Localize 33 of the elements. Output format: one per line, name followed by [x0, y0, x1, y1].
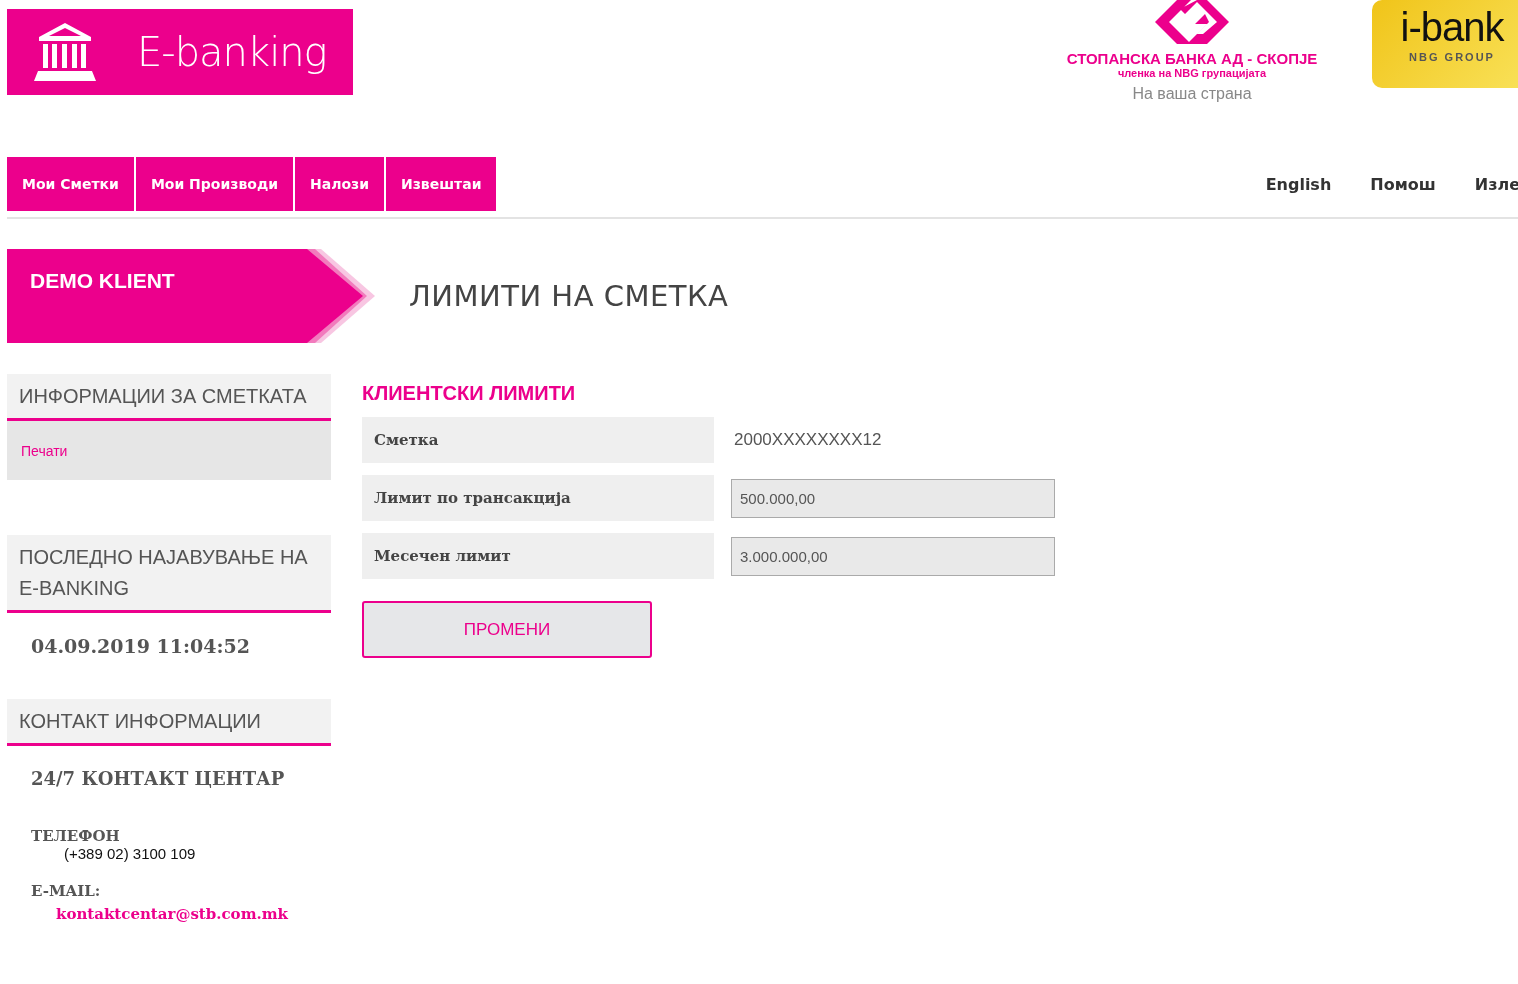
bank-name: СТОПАНСКА БАНКА АД - СКОПЈЕ	[1066, 50, 1318, 67]
top-link[interactable]: Помош	[1370, 174, 1436, 194]
phone-label: ТЕЛЕФОН	[31, 827, 121, 845]
section-title: КОНТАКТ ИНФОРМАЦИИ	[19, 710, 261, 732]
ibank-name: i-bank	[1400, 7, 1504, 47]
client-name: DEMO KLIENT	[30, 269, 175, 293]
nav-tab[interactable]: Извештаи	[386, 157, 497, 211]
nav-tab[interactable]: Мои Производи	[135, 157, 293, 211]
field-label: Месечен лимит	[362, 533, 714, 579]
section-title: КЛИЕНТСКИ ЛИМИТИ	[362, 382, 577, 405]
field-label: Лимит по трансакција	[362, 475, 714, 521]
ibank-group: NBG GROUP	[1409, 51, 1495, 63]
print-link[interactable]: Печати	[21, 442, 68, 459]
bank-member-text: членка на NBG групацијата	[1117, 67, 1267, 79]
contact-center-title: 24/7 КОНТАКТ ЦЕНТАР	[31, 768, 286, 789]
section-title: ПОСЛЕДНО НАЈАВУВАЊЕ НА E-BANKING	[19, 546, 308, 599]
top-link[interactable]: English	[1265, 174, 1332, 194]
account-number: 2000XXXXXXXX12	[734, 430, 882, 450]
last-login-time: 04.09.2019 11:04:52	[31, 635, 251, 657]
bank-building-icon	[33, 21, 97, 83]
limit-field[interactable]: 3.000.000,00	[731, 536, 1055, 576]
limit-field[interactable]: 500.000,00	[731, 478, 1055, 518]
field-label: Сметка	[362, 417, 714, 463]
section-title: ИНФОРМАЦИИ ЗА СМЕТКАТА	[19, 385, 307, 407]
email-label: E-MAIL:	[31, 882, 102, 900]
nav-tab[interactable]: Налози	[295, 157, 384, 211]
page-title: ЛИМИТИ НА СМЕТКА	[409, 279, 729, 313]
phone-number: (+389 02) 3100 109	[64, 845, 197, 862]
email-link[interactable]: kontaktcentar@stb.com.mk	[56, 905, 331, 923]
logo-text: E-banking	[137, 29, 327, 75]
nav-tab[interactable]: Мои Сметки	[7, 157, 134, 211]
change-button[interactable]: ПРОМЕНИ	[362, 601, 652, 658]
bank-slogan: На ваша страна	[1132, 85, 1252, 103]
